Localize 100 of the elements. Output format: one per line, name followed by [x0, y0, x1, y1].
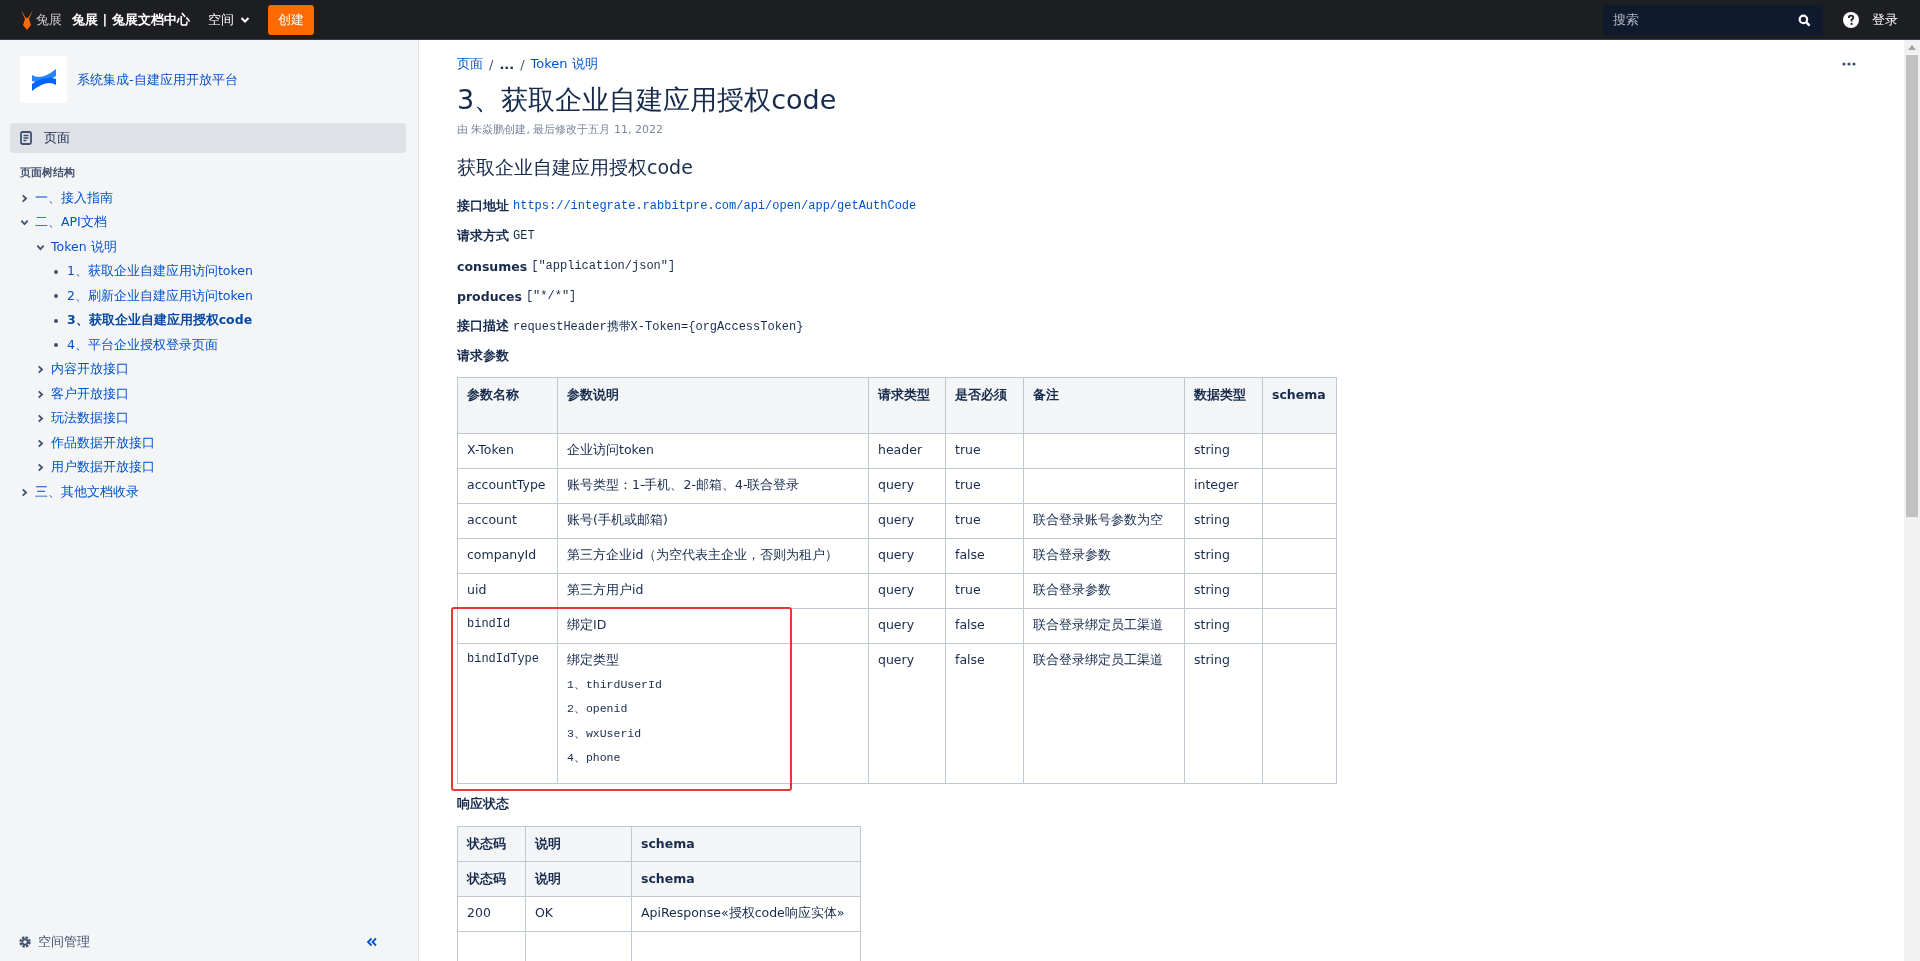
field-value: requestHeader携带X-Token={orgAccessToken} [513, 318, 804, 335]
table-cell: string [1184, 608, 1263, 644]
field-value: GET [513, 229, 535, 243]
column-header: schema [631, 861, 861, 896]
tree-row[interactable]: 三、其他文档收录 [20, 480, 406, 505]
chevron-down-icon [239, 15, 250, 24]
space-menu[interactable]: 空间 [207, 10, 250, 29]
table-cell: companyId [457, 538, 558, 574]
table-cell: query [868, 573, 946, 609]
tree-row[interactable]: 1、获取企业自建应用访问token [52, 259, 406, 284]
space-logo-icon[interactable] [20, 56, 67, 103]
column-header: 备注 [1023, 377, 1185, 434]
table-cell: 200 [457, 896, 526, 931]
bullet-icon [54, 269, 58, 274]
table-cell: integer [1184, 468, 1263, 504]
url-link[interactable]: https://integrate.rabbitpre.com/api/open/app/getAuthCode [513, 199, 917, 213]
tree-row[interactable]: 作品数据开放接口 [36, 431, 406, 456]
table-cell: bindId [457, 608, 558, 644]
table-cell: uid [457, 573, 558, 609]
tree-row[interactable]: 2、刷新企业自建应用访问token [52, 284, 406, 309]
chevron-right-icon[interactable] [36, 414, 45, 424]
logo[interactable]: 兔展 [20, 8, 62, 31]
tree-row[interactable]: 客户开放接口 [36, 382, 406, 407]
table-cell: string [1184, 538, 1263, 574]
chevron-right-icon[interactable] [36, 438, 45, 448]
search-icon[interactable] [1798, 13, 1811, 27]
column-header: 说明 [525, 826, 632, 861]
tree-row[interactable]: 用户数据开放接口 [36, 455, 406, 480]
bullet-icon [54, 343, 58, 348]
breadcrumb-link[interactable]: Token 说明 [530, 55, 598, 73]
table-cell: 账号类型：1-手机、2-邮箱、4-联合登录 [557, 468, 869, 504]
column-header: 请求类型 [868, 377, 946, 434]
page-byline: 由 朱焱鹏创建, 最后修改于五月 11, 2022 [457, 122, 664, 137]
table-cell: 企业访问token [557, 433, 869, 469]
table-cell: 账号(手机或邮箱) [557, 503, 869, 539]
table-cell: string [1184, 573, 1263, 609]
tree-heading: 页面树结构 [20, 166, 76, 180]
column-header: 参数说明 [557, 377, 869, 434]
table-cell: query [868, 468, 946, 504]
tree-row[interactable]: 3、获取企业自建应用授权code [52, 308, 406, 333]
field-value: ["*/*"] [525, 289, 577, 303]
breadcrumb-link[interactable]: ... [499, 56, 515, 72]
tree-row[interactable]: 一、接入指南 [20, 186, 406, 211]
table-cell: query [868, 643, 946, 783]
option-text: 1、thirdUserId [567, 676, 663, 693]
table-cell: header [868, 433, 946, 469]
chevron-down-icon[interactable] [20, 218, 29, 228]
brand-name: 兔展 [36, 10, 62, 29]
table-cell: false [945, 608, 1024, 644]
table-cell-text: 绑定类型 [567, 652, 620, 669]
bullet-icon [54, 294, 58, 299]
tree-row[interactable]: Token 说明 [36, 235, 406, 260]
field-label: 请求方式 [457, 227, 509, 245]
page-title: 3、获取企业自建应用授权code [457, 83, 838, 117]
breadcrumb-link[interactable]: 页面 [457, 55, 483, 73]
tree-row[interactable]: 玩法数据接口 [36, 406, 406, 431]
more-icon[interactable] [1842, 62, 1856, 66]
table-cell: true [945, 433, 1024, 469]
table-cell: string [1184, 503, 1263, 539]
column-header: schema [631, 826, 861, 861]
chevron-right-icon[interactable] [36, 365, 45, 375]
login-link[interactable]: 登录 [1872, 10, 1898, 29]
table-cell: string [1184, 643, 1263, 783]
chevron-right-icon[interactable] [36, 389, 45, 399]
chevron-right-icon[interactable] [20, 193, 29, 203]
tree-row[interactable]: 二、API文档 [20, 210, 406, 235]
field-label: 接口描述 [457, 317, 509, 335]
table-cell: query [868, 608, 946, 644]
table-cell: bindIdType [457, 643, 558, 783]
table-cell: 绑定ID [557, 608, 869, 644]
page-icon [20, 131, 32, 145]
tree-row[interactable]: 4、平台企业授权登录页面 [52, 333, 406, 358]
table-cell: true [945, 503, 1024, 539]
table-cell: query [868, 538, 946, 574]
space-name-link[interactable]: 系统集成-自建应用开放平台 [77, 70, 238, 89]
breadcrumb-separator: / [520, 56, 525, 72]
table-cell: 第三方企业id（为空代表主企业，否则为租户） [557, 538, 869, 574]
breadcrumb-separator: / [489, 56, 494, 72]
table-cell: X-Token [457, 433, 558, 469]
table-cell: false [945, 643, 1024, 783]
table-cell: true [945, 573, 1024, 609]
collapse-icon[interactable] [366, 937, 378, 947]
site-title[interactable]: 兔展 | 兔展文档中心 [72, 10, 190, 29]
table-cell: query [868, 503, 946, 539]
table-cell: false [945, 538, 1024, 574]
scrollbar[interactable] [1904, 40, 1920, 961]
field-label: 接口地址 [457, 197, 509, 215]
table-cell: accountType [457, 468, 558, 504]
bullet-icon [54, 318, 58, 323]
pages-nav-item[interactable]: 页面 [10, 123, 406, 153]
column-header: 数据类型 [1184, 377, 1263, 434]
chevron-right-icon[interactable] [20, 487, 29, 497]
tree-row[interactable]: 内容开放接口 [36, 357, 406, 382]
table-cell: account [457, 503, 558, 539]
search-field[interactable]: 搜索 [1603, 4, 1823, 35]
space-settings-link[interactable]: 空间管理 [18, 933, 90, 951]
option-text: 4、phone [567, 750, 622, 766]
chevron-right-icon[interactable] [36, 463, 45, 473]
table-cell: 联合登录参数 [1023, 538, 1185, 574]
help-icon[interactable] [1843, 11, 1859, 28]
